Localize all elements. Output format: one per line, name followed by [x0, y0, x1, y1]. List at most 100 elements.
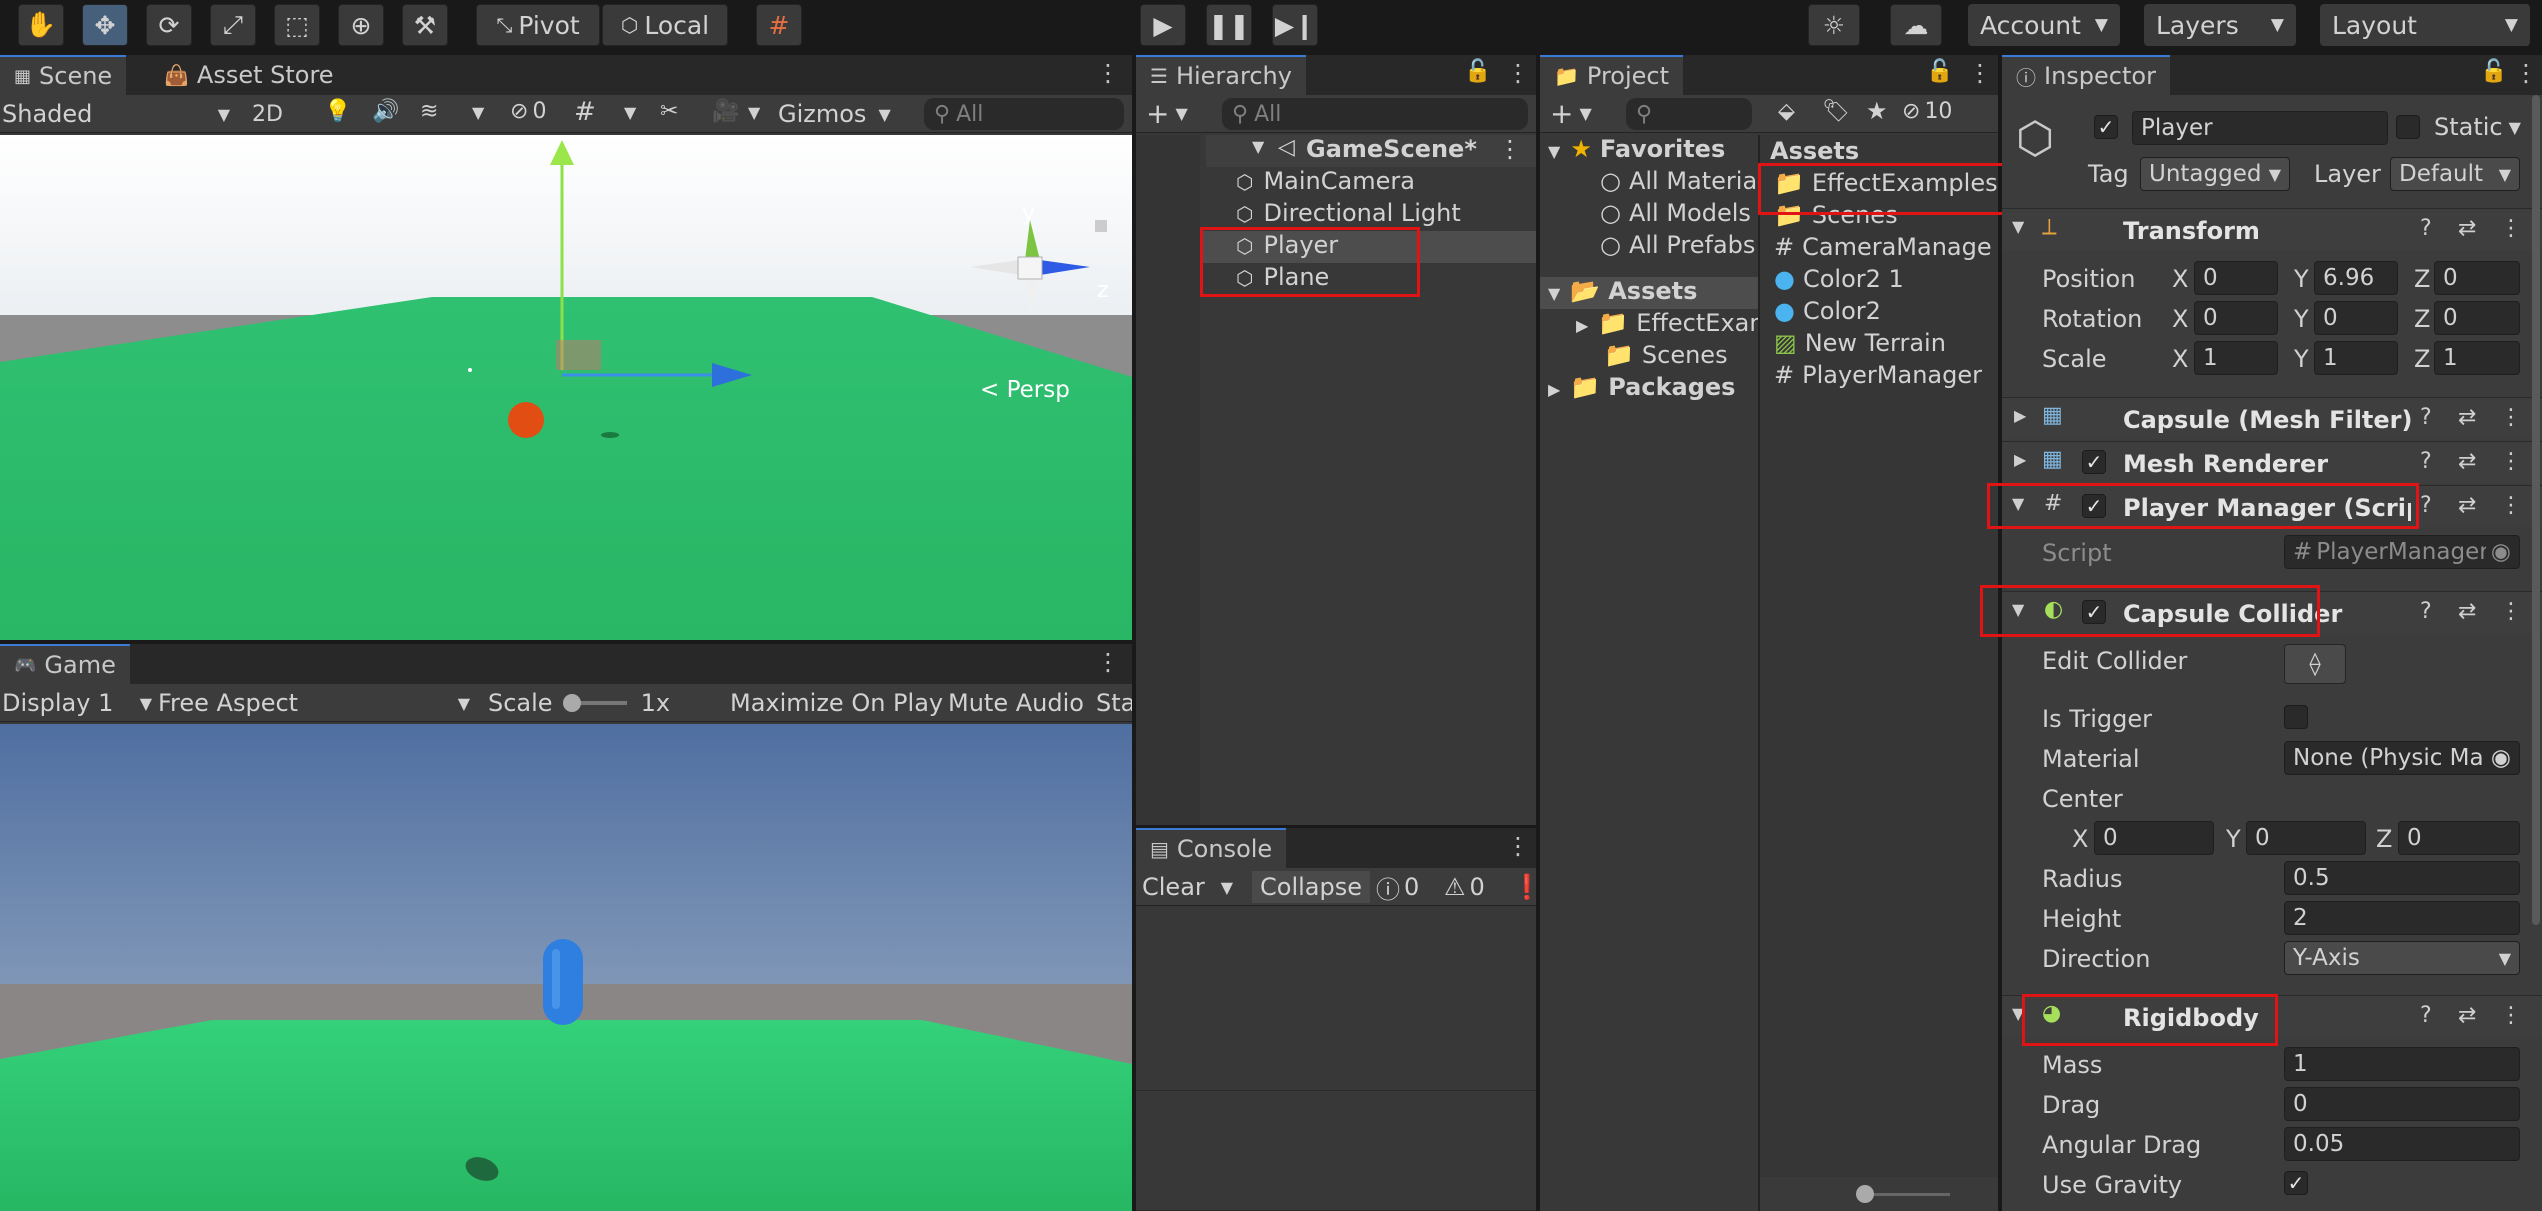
presets-icon[interactable]: ⇄	[2458, 405, 2476, 430]
file-item-color2[interactable]: ● Color2	[1774, 297, 1881, 325]
scale-tool-button[interactable]: ⤢	[210, 4, 256, 46]
pivot-toggle[interactable]: ⤡ Pivot	[476, 4, 600, 46]
is-trigger-checkbox[interactable]	[2284, 705, 2308, 729]
help-icon[interactable]: ?	[2420, 493, 2432, 518]
edit-collider-button[interactable]: ⟠	[2284, 644, 2346, 684]
maximize-on-play-toggle[interactable]: Maximize On Play	[730, 687, 943, 719]
drag-input[interactable]: 0	[2284, 1087, 2520, 1121]
project-search-input[interactable]: ⚲	[1626, 98, 1752, 130]
scale-z-input[interactable]: 1	[2434, 341, 2520, 375]
favorite-item-materials[interactable]: ○ All Materia	[1600, 167, 1757, 195]
component-menu-icon[interactable]: ⋮	[2500, 405, 2522, 430]
audio-icon[interactable]: 🔊	[372, 99, 399, 124]
persp-label[interactable]: < Persp	[980, 377, 1070, 403]
scene-viewport[interactable]: y z < Persp	[0, 135, 1132, 640]
grid-icon[interactable]: #	[574, 97, 596, 127]
hand-tool-button[interactable]: ✋	[18, 4, 64, 46]
hierarchy-menu-icon[interactable]: ⋮	[1506, 59, 1530, 87]
tag-icon[interactable]: 🏷	[1822, 99, 1850, 124]
services-button[interactable]: ☼	[1808, 4, 1860, 46]
object-picker-icon[interactable]: ◉	[2491, 745, 2511, 771]
component-menu-icon[interactable]: ⋮	[2500, 216, 2522, 241]
rotation-x-input[interactable]: 0	[2194, 301, 2278, 335]
help-icon[interactable]: ?	[2420, 449, 2432, 474]
file-item-playermanager[interactable]: # PlayerManager	[1774, 361, 1982, 389]
rotation-z-input[interactable]: 0	[2434, 301, 2520, 335]
layers-dropdown[interactable]: Layers ▼	[2144, 4, 2296, 46]
console-clear-button[interactable]: Clear ▼	[1142, 871, 1233, 903]
mass-input[interactable]: 1	[2284, 1047, 2520, 1081]
console-menu-icon[interactable]: ⋮	[1506, 832, 1530, 860]
console-errors-toggle[interactable]: ⓘ 0	[1376, 871, 1419, 904]
chevron-down-icon[interactable]: ▼	[748, 103, 760, 122]
mute-audio-toggle[interactable]: Mute Audio	[948, 687, 1084, 719]
scale-y-input[interactable]: 1	[2314, 341, 2398, 375]
rotation-y-input[interactable]: 0	[2314, 301, 2398, 335]
help-icon[interactable]: ?	[2420, 599, 2432, 624]
tab-inspector[interactable]: ⓘ Inspector	[2002, 55, 2170, 95]
component-menu-icon[interactable]: ⋮	[2500, 1003, 2522, 1028]
effects-icon[interactable]: ≋	[420, 99, 438, 124]
account-dropdown[interactable]: Account ▼	[1968, 4, 2120, 46]
file-item-new-terrain[interactable]: ▨ New Terrain	[1774, 329, 1946, 357]
layer-dropdown[interactable]: Default ▼	[2390, 157, 2520, 191]
help-icon[interactable]: ?	[2420, 405, 2432, 430]
tag-dropdown[interactable]: Untagged ▼	[2140, 157, 2290, 191]
angular-drag-input[interactable]: 0.05	[2284, 1127, 2520, 1161]
assets-child-scenes[interactable]: 📁 Scenes	[1604, 341, 1728, 369]
direction-dropdown[interactable]: Y-Axis ▼	[2284, 941, 2520, 975]
scale-x-input[interactable]: 1	[2194, 341, 2278, 375]
hidden-objects-toggle[interactable]: ⊘ 0	[510, 99, 546, 124]
tab-scene[interactable]: ▦ Scene	[0, 55, 127, 95]
presets-icon[interactable]: ⇄	[2458, 449, 2476, 474]
shading-dropdown[interactable]: Shaded ▼	[2, 98, 230, 130]
hierarchy-search-input[interactable]: ⚲ All	[1222, 98, 1528, 130]
inspector-menu-icon[interactable]: ⋮	[2514, 59, 2538, 87]
static-checkbox[interactable]	[2396, 115, 2420, 139]
position-x-input[interactable]: 0	[2194, 261, 2278, 295]
radius-input[interactable]: 0.5	[2284, 861, 2520, 895]
position-z-input[interactable]: 0	[2434, 261, 2520, 295]
assets-child-effectexamples[interactable]: ▶ 📁 EffectExam	[1576, 309, 1773, 337]
chevron-down-icon[interactable]: ▼	[472, 103, 484, 122]
transform-tool-button[interactable]: ⊕	[338, 4, 384, 46]
local-toggle[interactable]: ⬡ Local	[602, 4, 728, 46]
transform-header[interactable]: ▼ ⟂ Transform ? ⇄ ⋮	[2002, 208, 2542, 250]
tools-icon[interactable]: ✂	[660, 99, 678, 124]
height-input[interactable]: 2	[2284, 901, 2520, 935]
scene-menu-kebab-icon[interactable]: ⋮	[1498, 135, 1522, 163]
favorite-item-models[interactable]: ○ All Models	[1600, 199, 1751, 227]
mesh-renderer-enabled-checkbox[interactable]: ✓	[2082, 450, 2106, 474]
help-icon[interactable]: ?	[2420, 1003, 2432, 1028]
stats-toggle[interactable]: Sta	[1096, 687, 1132, 719]
packages-node[interactable]: ▶ 📁 Packages	[1548, 373, 1735, 401]
active-checkbox[interactable]: ✓	[2094, 115, 2118, 139]
presets-icon[interactable]: ⇄	[2458, 599, 2476, 624]
project-menu-icon[interactable]: ⋮	[1968, 59, 1992, 87]
component-menu-icon[interactable]: ⋮	[2500, 493, 2522, 518]
rotate-tool-button[interactable]: ⟳	[146, 4, 192, 46]
2d-toggle[interactable]: 2D	[252, 100, 283, 128]
rect-tool-button[interactable]: ⬚	[274, 4, 320, 46]
camera-icon[interactable]: 🎥	[712, 99, 739, 124]
inspector-scrollbar[interactable]	[2532, 95, 2540, 925]
position-y-input[interactable]: 6.96	[2314, 261, 2398, 295]
object-name-input[interactable]: Player	[2132, 111, 2388, 145]
presets-icon[interactable]: ⇄	[2458, 493, 2476, 518]
static-dropdown[interactable]: Static ▼	[2434, 113, 2521, 141]
tab-console[interactable]: ▤ Console	[1136, 828, 1287, 868]
pause-button[interactable]: ❚❚	[1206, 4, 1252, 46]
console-messages-toggle[interactable]: ❗	[1512, 871, 1542, 903]
mesh-filter-header[interactable]: ▶ ▦ Capsule (Mesh Filter) ? ⇄ ⋮	[2002, 397, 2542, 439]
component-menu-icon[interactable]: ⋮	[2500, 449, 2522, 474]
grid-snap-button[interactable]: #	[756, 4, 802, 46]
console-log-area[interactable]	[1136, 908, 1536, 1211]
tab-asset-store[interactable]: 👜 Asset Store	[150, 55, 348, 95]
scale-slider[interactable]: Scale 1x	[488, 687, 670, 719]
file-item-color2-1[interactable]: ● Color2 1	[1774, 265, 1904, 293]
display-dropdown[interactable]: Display 1 ▼	[2, 687, 152, 719]
script-object-field[interactable]: # PlayerManager ◉	[2284, 535, 2520, 569]
aspect-dropdown[interactable]: Free Aspect ▼	[158, 687, 470, 719]
zoom-slider-handle[interactable]	[1856, 1185, 1874, 1203]
material-object-field[interactable]: None (Physic Ma ◉	[2284, 741, 2520, 775]
